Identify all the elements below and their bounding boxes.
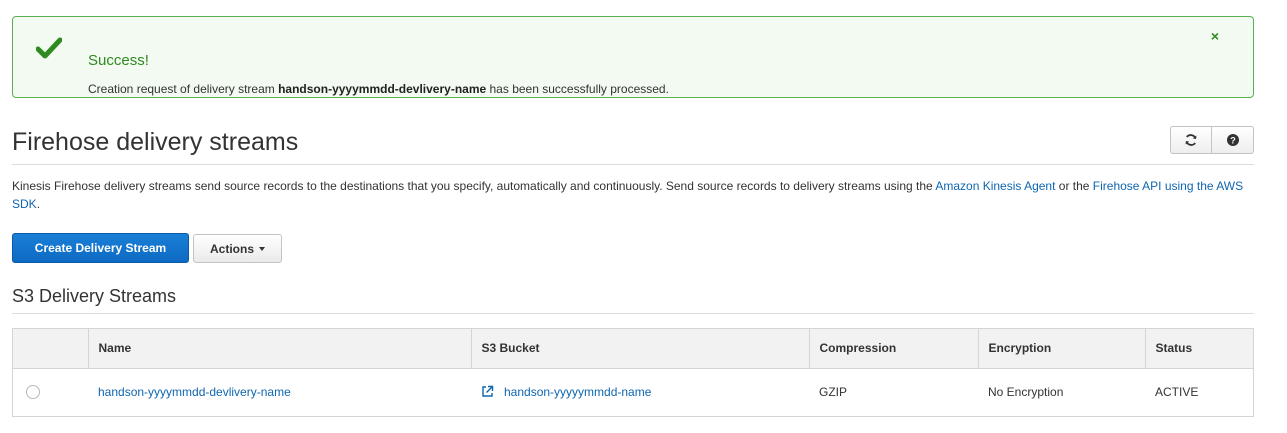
delivery-streams-table: Name S3 Bucket Compression Encryption St… [12, 328, 1254, 417]
kinesis-agent-link[interactable]: Amazon Kinesis Agent [935, 179, 1055, 193]
section-title: S3 Delivery Streams [12, 286, 177, 306]
close-icon[interactable]: × [1211, 29, 1219, 43]
table-row[interactable]: handson-yyyymmdd-devlivery-name handson-… [13, 368, 1253, 416]
help-button[interactable]: ? [1212, 126, 1254, 154]
table-header-row: Name S3 Bucket Compression Encryption St… [13, 329, 1253, 369]
column-header-status[interactable]: Status [1144, 329, 1253, 369]
column-header-s3-bucket[interactable]: S3 Bucket [470, 329, 809, 369]
refresh-icon [1185, 134, 1197, 146]
encryption-cell: No Encryption [988, 385, 1064, 400]
stream-name-link[interactable]: handson-yyyymmdd-devlivery-name [98, 385, 291, 399]
column-header-select [13, 329, 88, 369]
alert-title: Success! [88, 52, 149, 69]
column-header-encryption[interactable]: Encryption [977, 329, 1145, 369]
actions-dropdown-button[interactable]: Actions [193, 234, 282, 263]
row-select-radio[interactable] [26, 385, 40, 400]
svg-text:?: ? [1230, 136, 1236, 146]
external-link-icon [482, 386, 494, 397]
refresh-button[interactable] [1170, 126, 1212, 154]
title-divider [12, 164, 1254, 165]
page-description: Kinesis Firehose delivery streams send s… [12, 179, 1244, 211]
success-alert: Success! Creation request of delivery st… [12, 16, 1254, 98]
caret-down-icon [259, 246, 265, 251]
column-header-compression[interactable]: Compression [808, 329, 978, 369]
page-title: Firehose delivery streams [12, 128, 299, 156]
checkmark-icon [36, 37, 62, 59]
status-cell: ACTIVE [1155, 385, 1199, 400]
column-header-name[interactable]: Name [87, 329, 471, 369]
header-button-group: ? [1170, 126, 1254, 154]
alert-stream-name: handson-yyyymmdd-devlivery-name [278, 82, 487, 96]
compression-cell: GZIP [819, 385, 848, 400]
s3-bucket-link[interactable]: handson-yyyyymmdd-name [481, 385, 651, 399]
help-icon: ? [1226, 134, 1239, 146]
section-divider [12, 313, 1254, 314]
create-delivery-stream-button[interactable]: Create Delivery Stream [12, 233, 189, 263]
alert-message: Creation request of delivery stream hand… [88, 82, 669, 96]
